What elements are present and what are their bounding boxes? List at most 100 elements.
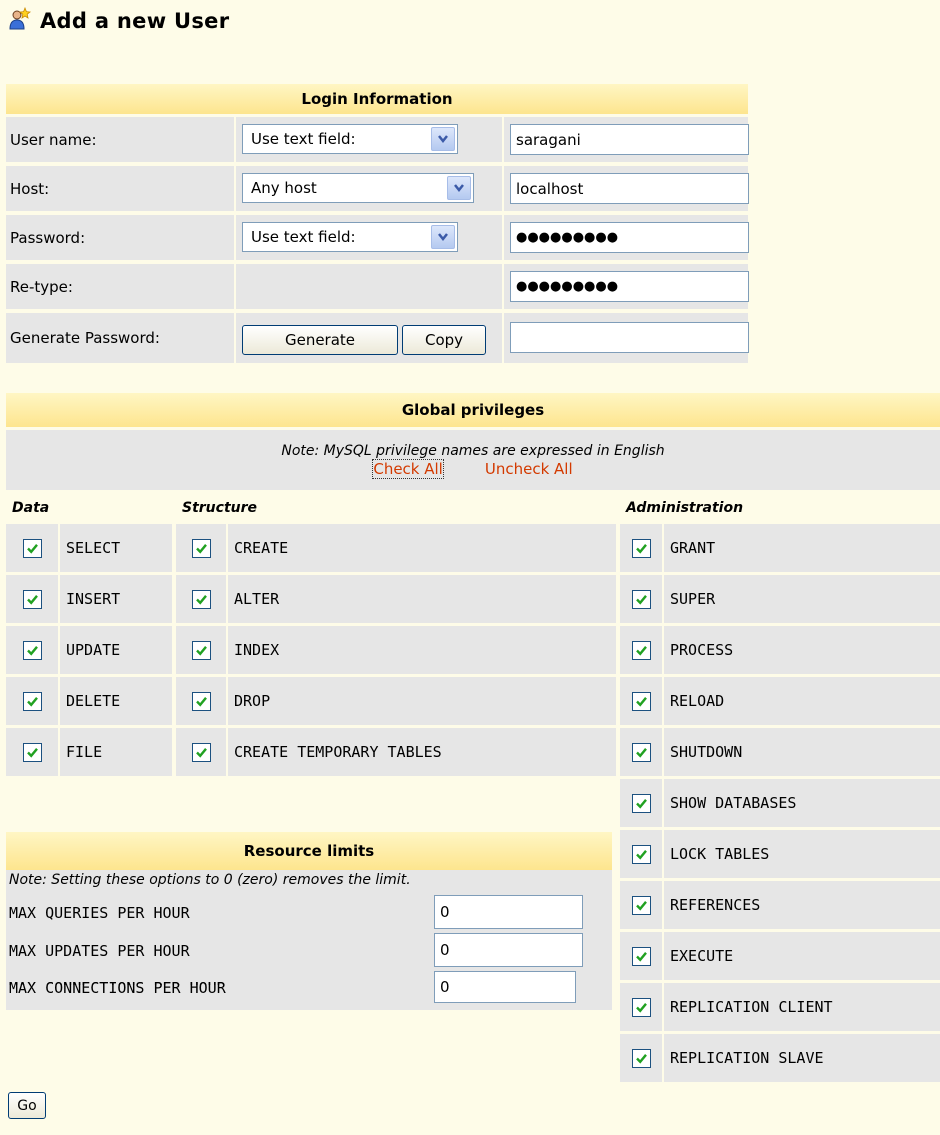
checkmark-icon[interactable] bbox=[191, 691, 211, 711]
privilege-data-2-label: UPDATE bbox=[60, 626, 172, 674]
privilege-admin-7-label: REFERENCES bbox=[664, 881, 940, 929]
copy-button[interactable]: Copy bbox=[402, 325, 486, 355]
check-all-link[interactable]: Check All bbox=[372, 458, 444, 479]
user-name-label: User name: bbox=[6, 117, 234, 162]
chevron-down-icon[interactable] bbox=[447, 176, 471, 200]
max-queries-label: MAX QUERIES PER HOUR bbox=[9, 904, 190, 922]
host-select-value: Any host bbox=[251, 179, 317, 197]
max-updates-label: MAX UPDATES PER HOUR bbox=[9, 942, 190, 960]
checkmark-icon[interactable] bbox=[191, 742, 211, 762]
privilege-admin-9-checkbox-cell bbox=[620, 983, 662, 1031]
checkmark-icon[interactable] bbox=[631, 640, 651, 660]
checkmark-icon[interactable] bbox=[631, 538, 651, 558]
retype-label: Re-type: bbox=[6, 264, 234, 309]
privilege-data-4-label: FILE bbox=[60, 728, 172, 776]
user-name-select[interactable]: Use text field: bbox=[242, 124, 458, 154]
page-title: Add a new User bbox=[8, 6, 229, 36]
host-select-cell: Any host bbox=[236, 166, 502, 211]
checkmark-icon[interactable] bbox=[22, 640, 42, 660]
password-input-cell: ●●●●●●●●● bbox=[504, 215, 749, 260]
privilege-data-0-checkbox-cell bbox=[6, 524, 58, 572]
go-button[interactable]: Go bbox=[8, 1092, 46, 1119]
privilege-data-2-checkbox-cell bbox=[6, 626, 58, 674]
checkmark-icon[interactable] bbox=[631, 844, 651, 864]
retype-empty-cell bbox=[236, 264, 502, 309]
privilege-admin-10-checkbox-cell bbox=[620, 1034, 662, 1082]
checkmark-icon[interactable] bbox=[631, 946, 651, 966]
max-updates-input[interactable]: 0 bbox=[434, 933, 583, 967]
password-input[interactable]: ●●●●●●●●● bbox=[510, 222, 749, 253]
privilege-admin-5-label: SHOW DATABASES bbox=[664, 779, 940, 827]
retype-input-cell: ●●●●●●●●● bbox=[504, 264, 749, 309]
checkmark-icon[interactable] bbox=[191, 538, 211, 558]
resource-limits-header: Resource limits bbox=[6, 832, 612, 870]
check-links: Check All Uncheck All bbox=[372, 458, 573, 479]
resource-limits-note: Note: Setting these options to 0 (zero) … bbox=[9, 872, 411, 888]
privilege-structure-1-checkbox-cell bbox=[176, 575, 226, 623]
privilege-structure-0-label: CREATE bbox=[228, 524, 616, 572]
privilege-admin-8-label: EXECUTE bbox=[664, 932, 940, 980]
privilege-admin-0-checkbox-cell bbox=[620, 524, 662, 572]
privilege-admin-8-checkbox-cell bbox=[620, 932, 662, 980]
password-select-cell: Use text field: bbox=[236, 215, 502, 260]
checkmark-icon[interactable] bbox=[22, 742, 42, 762]
checkmark-icon[interactable] bbox=[631, 895, 651, 915]
checkmark-icon[interactable] bbox=[191, 640, 211, 660]
administration-column-header: Administration bbox=[626, 499, 744, 516]
privilege-structure-4-checkbox-cell bbox=[176, 728, 226, 776]
uncheck-all-link[interactable]: Uncheck All bbox=[485, 460, 573, 478]
generated-password-input[interactable] bbox=[510, 322, 749, 353]
resource-limits-body: Note: Setting these options to 0 (zero) … bbox=[6, 870, 612, 985]
privilege-admin-3-checkbox-cell bbox=[620, 677, 662, 725]
privilege-admin-9-label: REPLICATION CLIENT bbox=[664, 983, 940, 1031]
checkmark-icon[interactable] bbox=[631, 691, 651, 711]
privilege-data-3-checkbox-cell bbox=[6, 677, 58, 725]
checkmark-icon[interactable] bbox=[631, 793, 651, 813]
checkmark-icon[interactable] bbox=[191, 589, 211, 609]
max-connections-label-overlay: MAX CONNECTIONS PER HOUR bbox=[9, 979, 226, 997]
privilege-admin-6-checkbox-cell bbox=[620, 830, 662, 878]
generate-password-label: Generate Password: bbox=[6, 313, 234, 363]
checkmark-icon[interactable] bbox=[22, 538, 42, 558]
user-name-input[interactable]: saragani bbox=[510, 124, 749, 155]
password-select[interactable]: Use text field: bbox=[242, 222, 458, 252]
max-connections-input[interactable]: 0 bbox=[434, 971, 576, 1003]
privilege-structure-0-checkbox-cell bbox=[176, 524, 226, 572]
global-privileges-header: Global privileges bbox=[6, 393, 940, 427]
privilege-admin-4-label: SHUTDOWN bbox=[664, 728, 940, 776]
privilege-structure-4-label: CREATE TEMPORARY TABLES bbox=[228, 728, 616, 776]
privilege-data-0-label: SELECT bbox=[60, 524, 172, 572]
chevron-down-icon[interactable] bbox=[431, 127, 455, 151]
checkmark-icon[interactable] bbox=[631, 742, 651, 762]
privilege-structure-2-checkbox-cell bbox=[176, 626, 226, 674]
generate-buttons-cell: Generate Copy bbox=[236, 313, 502, 363]
privilege-data-4-checkbox-cell bbox=[6, 728, 58, 776]
privilege-admin-2-checkbox-cell bbox=[620, 626, 662, 674]
privilege-structure-1-label: ALTER bbox=[228, 575, 616, 623]
retype-input[interactable]: ●●●●●●●●● bbox=[510, 271, 749, 302]
privilege-data-1-checkbox-cell bbox=[6, 575, 58, 623]
generate-button[interactable]: Generate bbox=[242, 325, 398, 355]
checkmark-icon[interactable] bbox=[631, 589, 651, 609]
privileges-note: Note: MySQL privilege names are expresse… bbox=[281, 442, 665, 459]
max-connections-label-text-overlay: MAX CONNECTIONS PER HOUR bbox=[9, 979, 226, 997]
privilege-admin-6-label: LOCK TABLES bbox=[664, 830, 940, 878]
privilege-admin-3-label: RELOAD bbox=[664, 677, 940, 725]
chevron-down-icon[interactable] bbox=[431, 225, 455, 249]
checkmark-icon[interactable] bbox=[631, 1048, 651, 1068]
host-input[interactable]: localhost bbox=[510, 173, 749, 204]
privilege-admin-2-label: PROCESS bbox=[664, 626, 940, 674]
user-name-input-cell: saragani bbox=[504, 117, 749, 162]
privileges-note-cell: Note: MySQL privilege names are expresse… bbox=[6, 430, 940, 490]
privilege-structure-3-checkbox-cell bbox=[176, 677, 226, 725]
checkmark-icon[interactable] bbox=[22, 691, 42, 711]
host-select[interactable]: Any host bbox=[242, 173, 474, 203]
checkmark-icon[interactable] bbox=[631, 997, 651, 1017]
privilege-data-1-label: INSERT bbox=[60, 575, 172, 623]
checkmark-icon[interactable] bbox=[22, 589, 42, 609]
max-queries-input[interactable]: 0 bbox=[434, 895, 583, 929]
generated-password-cell bbox=[504, 313, 749, 363]
privilege-admin-4-checkbox-cell bbox=[620, 728, 662, 776]
password-select-value: Use text field: bbox=[251, 228, 356, 246]
user-name-select-value: Use text field: bbox=[251, 130, 356, 148]
